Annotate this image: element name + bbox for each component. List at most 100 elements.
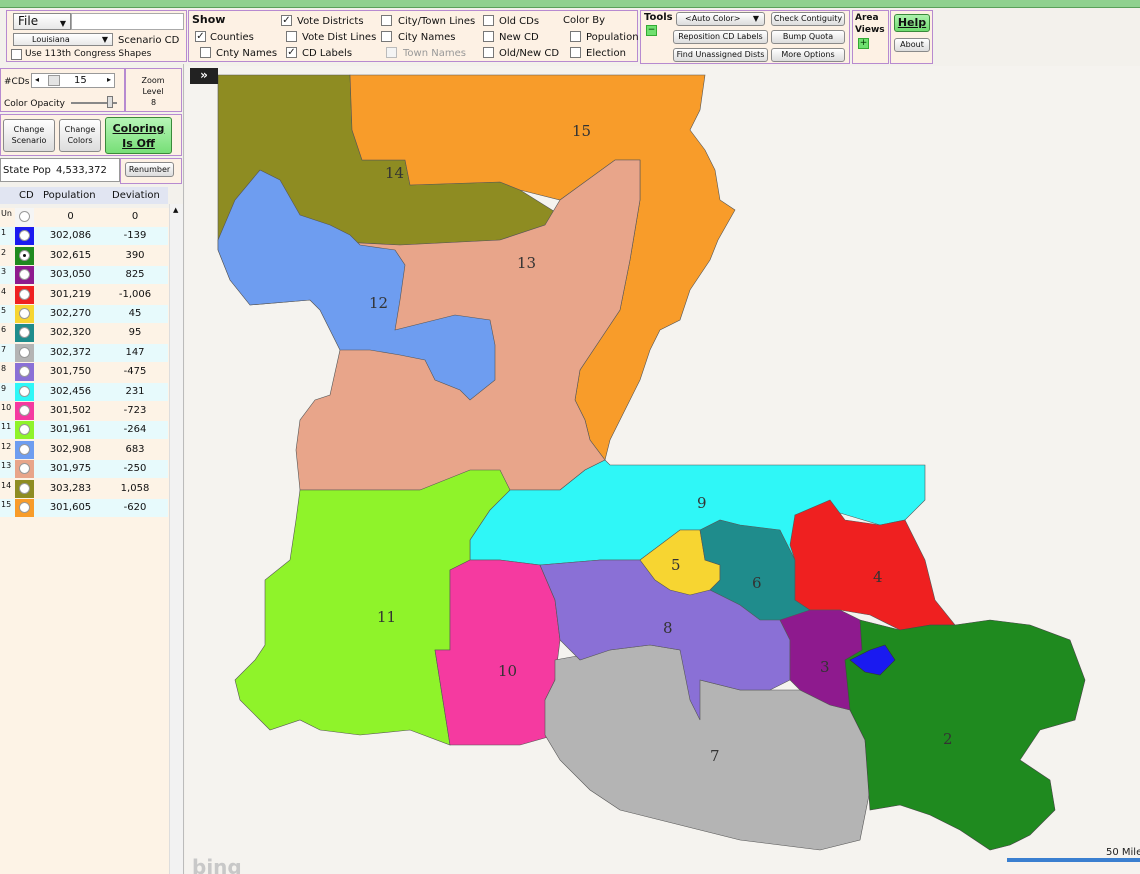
louisiana-map[interactable]: 14 15 13 12 9 5 6 4 11 8 3 10 2 7 50 Mil… (185, 66, 1140, 874)
table-row[interactable]: 7 302,372 147 (0, 343, 168, 362)
table-row[interactable]: 6 302,320 95 (0, 324, 168, 343)
table-row[interactable]: 2 302,615 390 (0, 246, 168, 265)
row-population: 302,086 (49, 230, 92, 242)
change-scenario-button[interactable]: Change Scenario (3, 119, 55, 152)
map-label-6: 6 (752, 574, 762, 592)
row-radio[interactable] (19, 308, 30, 319)
election-checkbox[interactable] (570, 47, 581, 58)
use-shapes-checkbox[interactable] (11, 49, 22, 60)
help-button[interactable]: Help (894, 14, 930, 32)
election-label: Election (586, 48, 626, 59)
bing-logo: bing (192, 855, 242, 874)
bump-quota-button[interactable]: Bump Quota (771, 30, 845, 44)
row-radio[interactable] (19, 249, 30, 261)
table-row[interactable]: Un 0 0 (0, 208, 168, 226)
old-new-cd-label: Old/New CD (499, 48, 560, 59)
more-options-button[interactable]: More Options (771, 48, 845, 62)
opacity-slider[interactable] (71, 96, 117, 108)
scroll-up-icon[interactable]: ▲ (173, 206, 178, 214)
counties-checkbox[interactable]: ✓ (195, 31, 206, 42)
chevron-down-icon: ▼ (752, 14, 759, 23)
table-row[interactable]: 8 301,750 -475 (0, 363, 168, 382)
cds-stepper[interactable]: ◂ 15 ▸ (31, 73, 115, 88)
row-deviation: 231 (125, 385, 145, 397)
row-population: 303,283 (49, 482, 92, 494)
row-cd-number: 9 (1, 383, 7, 393)
stepper-left-icon[interactable]: ◂ (35, 75, 39, 84)
table-row[interactable]: 1 302,086 -139 (0, 227, 168, 246)
file-menu[interactable]: File ▼ (13, 13, 71, 30)
file-path-input[interactable] (71, 13, 184, 30)
state-select-value: Louisiana (32, 35, 70, 44)
row-deviation: 147 (125, 346, 145, 358)
state-pop-value: 4,533,372 (56, 165, 107, 176)
area-views-expand-button[interactable]: + (858, 38, 869, 49)
state-pop-panel: State Pop 4,533,372 (0, 158, 120, 182)
opacity-slider-thumb[interactable] (107, 96, 113, 108)
coloring-toggle-button[interactable]: Coloring Is Off (105, 117, 172, 154)
row-cd-number: Un (1, 209, 12, 218)
town-names-label: Town Names (403, 48, 466, 59)
town-names-checkbox[interactable] (386, 47, 397, 58)
old-new-cd-checkbox[interactable] (483, 47, 494, 58)
tools-collapse-button[interactable]: − (646, 25, 657, 36)
table-row[interactable]: 13 301,975 -250 (0, 460, 168, 479)
cds-count-value: 15 (74, 75, 87, 86)
row-radio[interactable] (19, 405, 30, 416)
table-row[interactable]: 3 303,050 825 (0, 266, 168, 285)
cd-labels-checkbox[interactable]: ✓ (286, 47, 297, 58)
map-label-12: 12 (369, 294, 388, 312)
old-cds-checkbox[interactable] (483, 15, 494, 26)
table-row[interactable]: 4 301,219 -1,006 (0, 285, 168, 304)
table-row[interactable]: 10 301,502 -723 (0, 402, 168, 420)
row-radio[interactable] (19, 288, 30, 300)
city-town-lines-checkbox[interactable] (381, 15, 392, 26)
counties-label: Counties (210, 32, 254, 43)
table-scrollbar[interactable]: ▲ (169, 204, 184, 874)
state-select[interactable]: Louisiana ▼ (13, 33, 113, 46)
top-stripe (0, 0, 1140, 8)
row-population: 301,605 (49, 502, 92, 513)
row-deviation: -620 (123, 502, 147, 513)
table-row[interactable]: 5 302,270 45 (0, 305, 168, 323)
vote-districts-checkbox[interactable]: ✓ (281, 15, 292, 26)
table-row[interactable]: 11 301,961 -264 (0, 421, 168, 440)
stepper-thumb[interactable] (48, 75, 60, 86)
new-cd-checkbox[interactable] (483, 31, 494, 42)
row-population: 302,456 (49, 385, 92, 397)
row-radio[interactable] (19, 443, 30, 455)
map-area[interactable]: 14 15 13 12 9 5 6 4 11 8 3 10 2 7 50 Mil… (185, 66, 1140, 874)
row-radio[interactable] (19, 482, 30, 494)
row-population: 302,270 (49, 308, 92, 319)
row-radio[interactable] (19, 346, 30, 358)
cnty-names-label: Cnty Names (216, 48, 278, 59)
row-radio[interactable] (19, 385, 30, 397)
district-10[interactable] (434, 559, 561, 746)
auto-color-select[interactable]: <Auto Color> ▼ (676, 12, 765, 26)
stepper-right-icon[interactable]: ▸ (107, 75, 111, 84)
renumber-button[interactable]: Renumber (125, 162, 174, 177)
row-population: 301,502 (49, 405, 92, 416)
city-names-checkbox[interactable] (381, 31, 392, 42)
change-colors-button[interactable]: Change Colors (59, 119, 101, 152)
table-row[interactable]: 14 303,283 1,058 (0, 479, 168, 498)
row-population: 302,615 (49, 249, 92, 261)
row-deviation: -139 (123, 230, 147, 242)
expand-sidebar-button[interactable]: » (190, 68, 218, 84)
vote-dist-lines-checkbox[interactable] (286, 31, 297, 42)
reposition-cd-labels-button[interactable]: Reposition CD Labels (673, 30, 768, 44)
row-cd-number: 3 (1, 267, 7, 277)
row-radio[interactable] (19, 211, 30, 222)
table-row[interactable]: 15 301,605 -620 (0, 499, 168, 517)
population-checkbox[interactable] (570, 31, 581, 42)
about-button[interactable]: About (894, 38, 930, 52)
cnty-names-checkbox[interactable] (200, 47, 211, 58)
table-row[interactable]: 9 302,456 231 (0, 382, 168, 401)
zoom-level-value: 8 (150, 98, 157, 107)
row-radio[interactable] (19, 502, 30, 513)
find-unassigned-dists-button[interactable]: Find Unassigned Dists (673, 48, 768, 62)
table-row[interactable]: 12 302,908 683 (0, 440, 168, 459)
row-deviation: -723 (123, 405, 147, 416)
row-cd-number: 4 (1, 286, 7, 296)
check-contiguity-button[interactable]: Check Contiguity (771, 12, 845, 26)
